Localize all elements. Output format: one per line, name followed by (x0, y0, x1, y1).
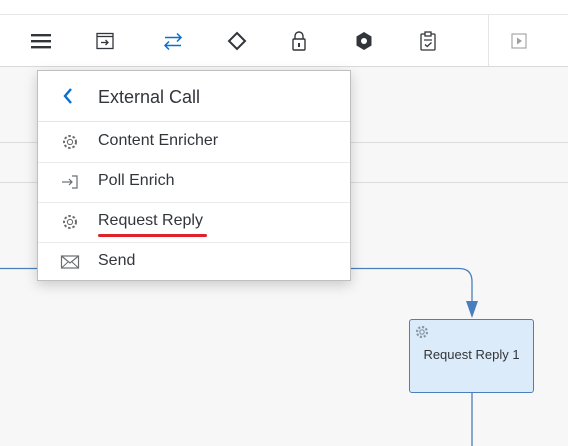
menu-item-content-enricher[interactable]: Content Enricher (38, 122, 350, 163)
popover-title: External Call (98, 87, 201, 107)
highlight-underline (98, 234, 207, 237)
menu-item-label: Poll Enrich (98, 172, 175, 189)
menu-item-label: Send (98, 252, 136, 269)
menu-item-poll-enrich[interactable]: Poll Enrich (38, 162, 350, 203)
gear-icon (414, 324, 430, 345)
popover-header: External Call (38, 71, 350, 122)
menu-item-request-reply[interactable]: Request Reply (38, 202, 350, 243)
menu-item-label: Request Reply (98, 212, 203, 229)
chevron-left-icon[interactable] (58, 85, 78, 107)
sequence-flow-arrowhead (466, 301, 478, 318)
poll-arrow-icon (60, 172, 80, 192)
gear-icon (60, 132, 80, 152)
gear-icon (60, 212, 80, 232)
external-call-popover: External Call Content Enricher Poll Enri… (37, 70, 351, 281)
envelope-icon (60, 252, 80, 272)
menu-item-send[interactable]: Send (38, 242, 350, 282)
flow-step-label: Request Reply 1 (423, 347, 520, 362)
flow-step-request-reply[interactable]: Request Reply 1 (409, 319, 534, 393)
menu-item-label: Content Enricher (98, 132, 219, 149)
